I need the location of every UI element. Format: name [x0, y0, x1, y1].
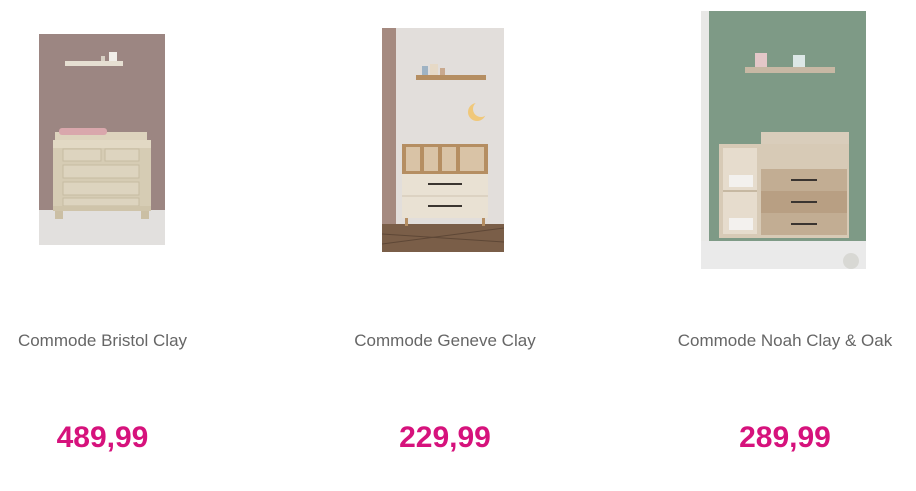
product-name[interactable]: Commode Bristol Clay [0, 331, 205, 351]
product-name[interactable]: Commode Noah Clay & Oak [660, 331, 910, 351]
product-price: 229,99 [399, 421, 491, 454]
product-card[interactable]: Commode Noah Clay & Oak 289,99 [660, 0, 910, 491]
product-image[interactable] [39, 34, 165, 245]
product-price: 289,99 [739, 421, 831, 454]
product-image[interactable] [701, 11, 866, 269]
product-price: 489,99 [56, 421, 149, 454]
product-card[interactable]: Commode Geneve Clay 229,99 [340, 0, 550, 491]
product-name[interactable]: Commode Geneve Clay [340, 331, 550, 351]
product-card[interactable]: Commode Bristol Clay 489,99 [0, 0, 205, 491]
product-image[interactable] [382, 28, 504, 252]
